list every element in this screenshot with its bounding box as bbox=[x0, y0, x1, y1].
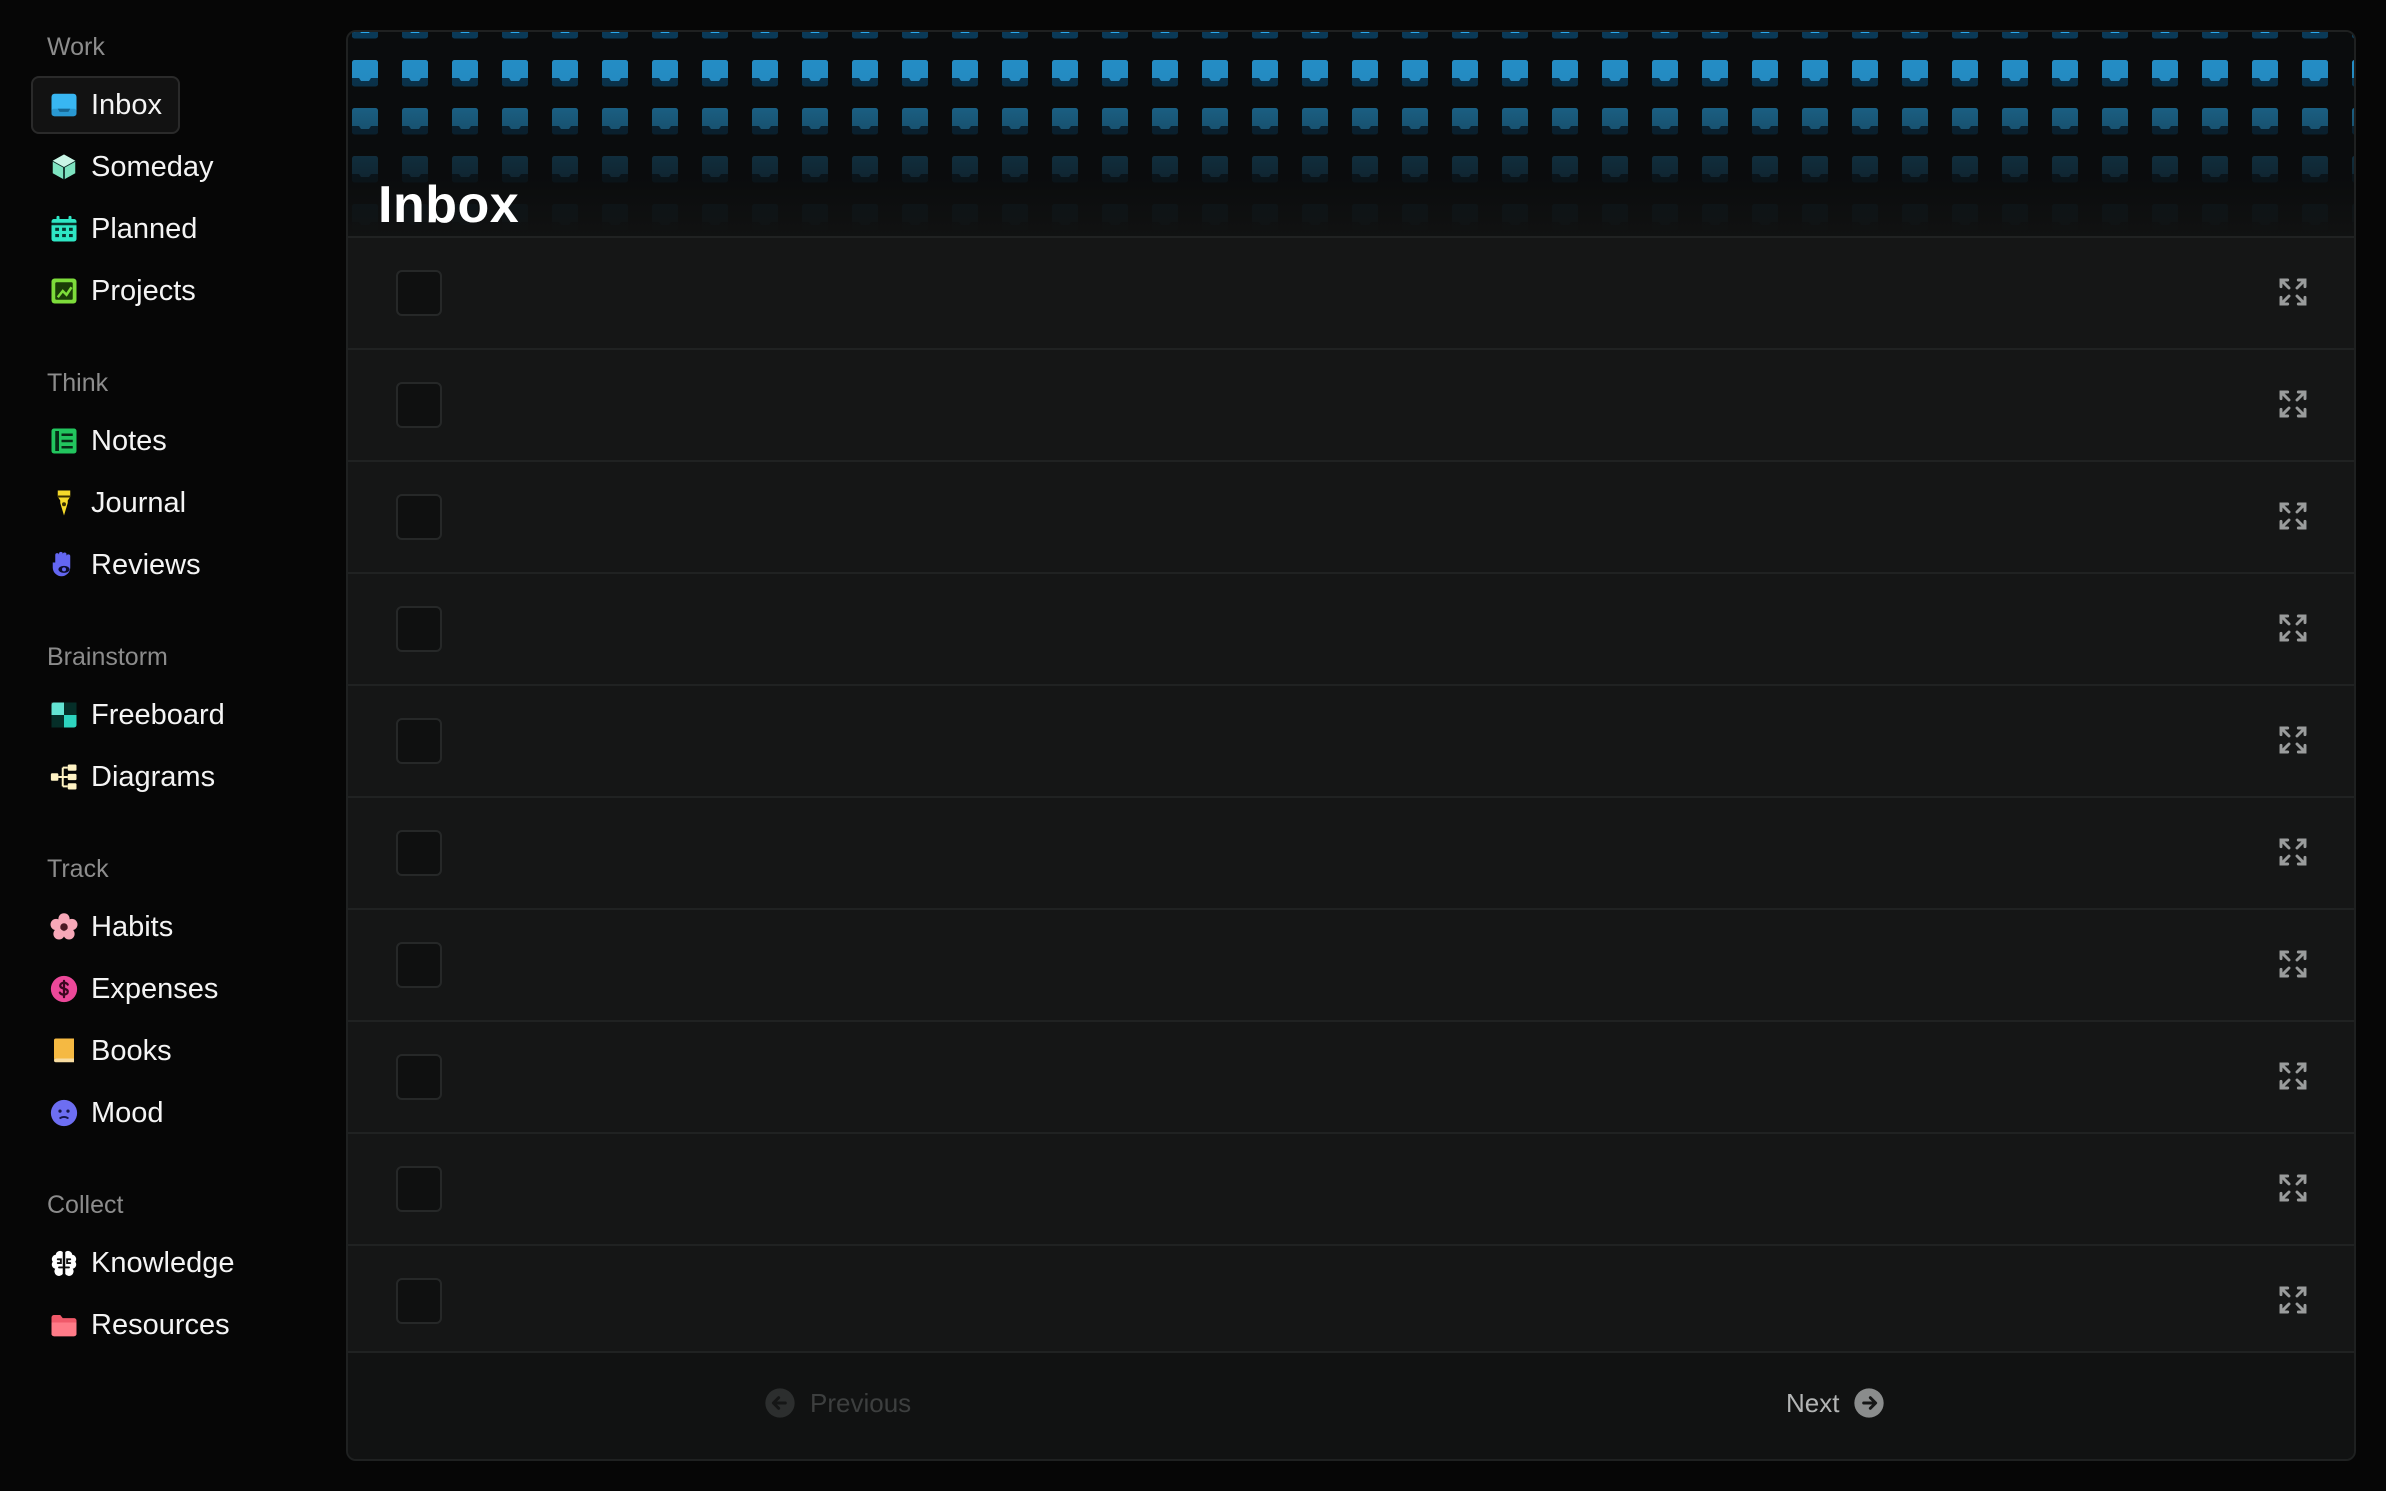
sidebar-item-label: Projects bbox=[91, 274, 196, 307]
sidebar-item-label: Inbox bbox=[91, 88, 162, 121]
item-checkbox[interactable] bbox=[396, 830, 442, 876]
calendar-icon bbox=[49, 214, 79, 244]
folder-icon bbox=[49, 1310, 79, 1340]
sidebar-item-label: Knowledge bbox=[91, 1246, 235, 1279]
list-item[interactable] bbox=[348, 796, 2354, 908]
item-checkbox[interactable] bbox=[396, 718, 442, 764]
expand-icon[interactable] bbox=[2277, 836, 2309, 868]
sidebar-item-habits[interactable]: Habits bbox=[31, 898, 191, 956]
item-checkbox[interactable] bbox=[396, 382, 442, 428]
app-window: Work Inbox Someday Planned Projects Think Note… bbox=[0, 0, 2386, 1491]
sidebar-item-label: Expenses bbox=[91, 972, 219, 1005]
list-item[interactable] bbox=[348, 348, 2354, 460]
sidebar-item-journal[interactable]: Journal bbox=[31, 474, 204, 532]
list-item[interactable] bbox=[348, 572, 2354, 684]
item-checkbox[interactable] bbox=[396, 606, 442, 652]
list-item[interactable] bbox=[348, 460, 2354, 572]
board-icon bbox=[49, 700, 79, 730]
sidebar-item-label: Reviews bbox=[91, 548, 201, 581]
main-panel: Inbox Previous Next bbox=[346, 30, 2356, 1461]
expand-icon[interactable] bbox=[2277, 948, 2309, 980]
section-label-brainstorm: Brainstorm bbox=[47, 643, 168, 671]
sidebar-item-knowledge[interactable]: Knowledge bbox=[31, 1234, 253, 1292]
previous-button[interactable]: Previous bbox=[764, 1387, 911, 1419]
arrow-left-icon bbox=[764, 1387, 796, 1419]
page-title: Inbox bbox=[378, 175, 520, 234]
list-item[interactable] bbox=[348, 1132, 2354, 1244]
list-item[interactable] bbox=[348, 908, 2354, 1020]
list-item[interactable] bbox=[348, 1020, 2354, 1132]
sidebar: Work Inbox Someday Planned Projects Think Note… bbox=[0, 0, 330, 1491]
arrow-right-icon bbox=[1853, 1387, 1885, 1419]
section-label-think: Think bbox=[47, 369, 109, 397]
header-banner: Inbox bbox=[348, 32, 2354, 236]
item-list bbox=[348, 236, 2354, 1356]
flower-icon bbox=[49, 912, 79, 942]
item-checkbox[interactable] bbox=[396, 1166, 442, 1212]
expand-icon[interactable] bbox=[2277, 724, 2309, 756]
dollar-icon bbox=[49, 974, 79, 1004]
expand-icon[interactable] bbox=[2277, 1060, 2309, 1092]
sidebar-item-expenses[interactable]: Expenses bbox=[31, 960, 236, 1018]
previous-label: Previous bbox=[810, 1387, 912, 1418]
list-item[interactable] bbox=[348, 236, 2354, 348]
expand-icon[interactable] bbox=[2277, 1284, 2309, 1316]
face-icon bbox=[49, 1098, 79, 1128]
sidebar-item-label: Mood bbox=[91, 1096, 164, 1129]
sidebar-item-label: Books bbox=[91, 1034, 172, 1067]
sidebar-item-label: Habits bbox=[91, 910, 174, 943]
sidebar-item-freeboard[interactable]: Freeboard bbox=[31, 686, 243, 744]
list-item[interactable] bbox=[348, 684, 2354, 796]
sidebar-item-notes[interactable]: Notes bbox=[31, 412, 185, 470]
hand-eye-icon bbox=[49, 550, 79, 580]
section-label-work: Work bbox=[47, 33, 105, 61]
sidebar-item-someday[interactable]: Someday bbox=[31, 138, 232, 196]
sidebar-item-resources[interactable]: Resources bbox=[31, 1296, 248, 1354]
sidebar-item-books[interactable]: Books bbox=[31, 1022, 190, 1080]
section-label-collect: Collect bbox=[47, 1191, 124, 1219]
inbox-icon bbox=[49, 90, 79, 120]
sidebar-item-label: Journal bbox=[91, 486, 187, 519]
sidebar-item-inbox[interactable]: Inbox bbox=[31, 76, 180, 134]
cube-icon bbox=[49, 152, 79, 182]
sidebar-item-reviews[interactable]: Reviews bbox=[31, 536, 219, 594]
sidebar-item-projects[interactable]: Projects bbox=[31, 262, 214, 320]
expand-icon[interactable] bbox=[2277, 612, 2309, 644]
item-checkbox[interactable] bbox=[396, 1278, 442, 1324]
sidebar-item-label: Freeboard bbox=[91, 698, 225, 731]
sidebar-item-mood[interactable]: Mood bbox=[31, 1084, 182, 1142]
sidebar-item-label: Diagrams bbox=[91, 760, 216, 793]
sidebar-item-label: Resources bbox=[91, 1308, 230, 1341]
pen-nib-icon bbox=[49, 488, 79, 518]
sidebar-item-diagrams[interactable]: Diagrams bbox=[31, 748, 233, 806]
list-item[interactable] bbox=[348, 1244, 2354, 1356]
sidebar-item-label: Someday bbox=[91, 150, 214, 183]
item-checkbox[interactable] bbox=[396, 1054, 442, 1100]
notes-icon bbox=[49, 426, 79, 456]
sidebar-item-planned[interactable]: Planned bbox=[31, 200, 215, 258]
expand-icon[interactable] bbox=[2277, 500, 2309, 532]
pagination: Previous Next bbox=[348, 1351, 2354, 1459]
book-icon bbox=[49, 1036, 79, 1066]
next-button[interactable]: Next bbox=[1786, 1387, 1885, 1419]
next-label: Next bbox=[1786, 1387, 1840, 1418]
expand-icon[interactable] bbox=[2277, 1172, 2309, 1204]
section-label-track: Track bbox=[47, 855, 109, 883]
sidebar-item-label: Planned bbox=[91, 212, 198, 245]
project-icon bbox=[49, 276, 79, 306]
item-checkbox[interactable] bbox=[396, 942, 442, 988]
item-checkbox[interactable] bbox=[396, 270, 442, 316]
diagram-icon bbox=[49, 762, 79, 792]
expand-icon[interactable] bbox=[2277, 388, 2309, 420]
brain-icon bbox=[49, 1248, 79, 1278]
item-checkbox[interactable] bbox=[396, 494, 442, 540]
expand-icon[interactable] bbox=[2277, 276, 2309, 308]
sidebar-item-label: Notes bbox=[91, 424, 167, 457]
